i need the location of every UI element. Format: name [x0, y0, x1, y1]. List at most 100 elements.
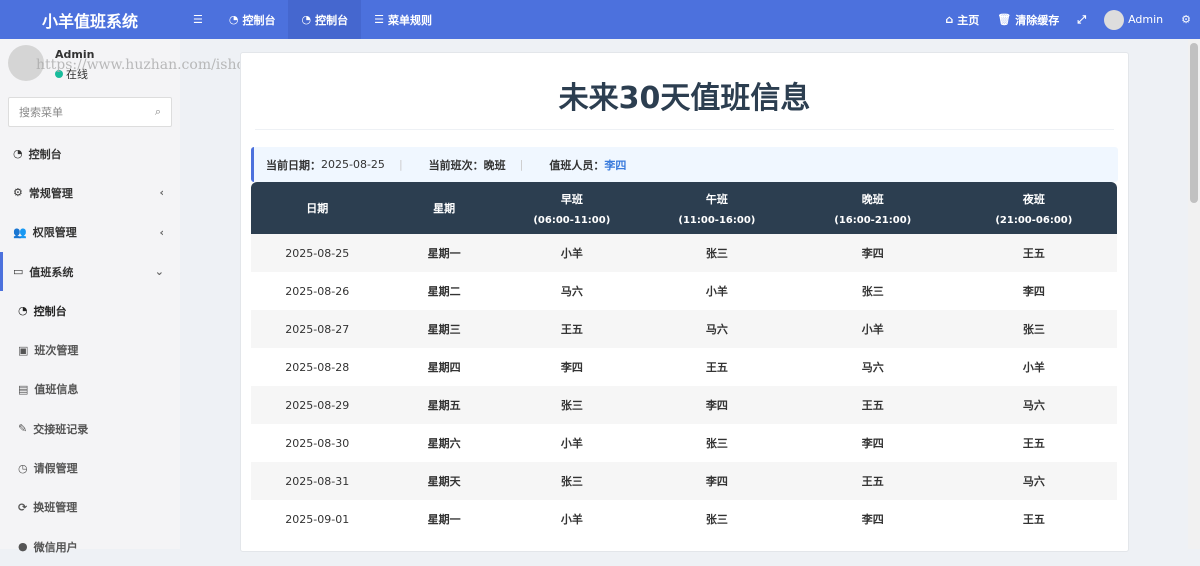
sidebar-item-auth[interactable]: 👥 权限管理 ‹	[0, 213, 180, 252]
search-input[interactable]: 搜索菜单 ⌕	[8, 97, 172, 127]
weekday-cell: 星期二	[427, 285, 461, 298]
top-header: 小羊值班系统 ☰ ◔ 控制台 ◔ 控制台 ☰ 菜单规则 ⌂ 主页 🗑 清除缓存 ⤢ Adm…	[0, 0, 1200, 39]
sidebar-sub-swap[interactable]: ⟳ 换班管理	[0, 488, 180, 527]
cogs-icon: ⚙	[13, 186, 23, 200]
person-cell: 李四	[861, 437, 884, 450]
person-cell: 王五	[861, 399, 884, 412]
date-cell: 2025-08-27	[285, 322, 350, 336]
person-cell: 张三	[861, 285, 884, 298]
column-header: 日期	[251, 182, 383, 234]
person-cell: 小羊	[560, 247, 583, 260]
home-icon: ⌂	[945, 13, 954, 26]
weekday-cell: 星期一	[427, 513, 461, 526]
user-name: Admin	[1128, 13, 1164, 26]
column-header: 午班 (11:00-16:00)	[639, 182, 795, 234]
sidebar-sub-handover[interactable]: ✎ 交接班记录	[0, 409, 180, 448]
page-title: 未来30天值班信息	[558, 81, 811, 116]
person-cell: 张三	[705, 513, 728, 526]
person-cell: 张三	[1022, 323, 1045, 336]
header-title: 午班	[705, 192, 728, 206]
weekday-cell: 星期天	[427, 475, 461, 488]
person-label: 值班人员：	[549, 158, 605, 172]
person-cell: 王五	[1022, 437, 1045, 450]
date-cell: 2025-09-01	[285, 512, 350, 526]
duty-table: 日期 星期 早班 (06:00-11:00) 午班 (11:00-16:00) 晚班 (16:…	[251, 182, 1117, 538]
label: 换班管理	[33, 501, 78, 515]
label: 控制台	[28, 147, 62, 161]
column-header: 夜班 (21:00-06:00)	[951, 182, 1117, 234]
desktop-icon: ▭	[13, 265, 24, 279]
weekday-cell: 星期六	[427, 437, 461, 450]
person-cell: 马六	[560, 285, 583, 298]
header-title: 星期	[433, 202, 456, 215]
person-cell: 王五	[560, 323, 583, 336]
tab-label: 控制台	[315, 13, 349, 27]
weekday-cell: 星期一	[427, 247, 461, 260]
sidebar-item-duty-system[interactable]: ▭ 值班系统 ⌄	[0, 251, 180, 292]
label: 值班信息	[34, 383, 79, 397]
sidebar: Admin 在线 搜索菜单 ⌕ ◔ 控制台 ⚙ 常规管理 ‹ 👥 权限管理 ‹ ▭ 值班系统 ⌄…	[0, 39, 298, 554]
person-cell: 小羊	[560, 513, 583, 526]
label: 班次管理	[34, 344, 79, 358]
list-alt-icon: ▤	[18, 382, 29, 396]
home-link[interactable]: ⌂ 主页	[936, 0, 988, 39]
sidebar-sub-duty-info[interactable]: ▤ 值班信息	[0, 370, 180, 409]
table-row: 2025-08-26 星期二 马六 小羊 张三 李四	[251, 272, 1117, 310]
search-icon: ⌕	[154, 105, 161, 118]
tab-dashboard-active[interactable]: ◔ 控制台	[288, 0, 362, 39]
divider	[255, 129, 1114, 130]
header-time: (21:00-06:00)	[995, 214, 1073, 226]
person-cell: 王五	[861, 475, 884, 488]
weekday-cell: 星期四	[427, 361, 461, 374]
clock-icon: ◷	[18, 461, 28, 475]
app-logo[interactable]: 小羊值班系统	[0, 8, 180, 32]
sidebar-toggle-button[interactable]: ☰	[180, 0, 216, 39]
settings-button[interactable]: ⚙	[1172, 0, 1200, 39]
dashboard-icon: ◔	[18, 304, 28, 318]
header-time: (06:00-11:00)	[533, 214, 611, 226]
header-time: (16:00-21:00)	[834, 214, 912, 226]
table-row: 2025-08-29 星期五 张三 李四 王五 马六	[251, 386, 1117, 424]
cogs-icon: ⚙	[1181, 13, 1191, 26]
refresh-icon: ⟳	[18, 500, 28, 514]
person-cell: 马六	[705, 323, 728, 336]
sidebar-item-dashboard[interactable]: ◔ 控制台	[0, 134, 180, 173]
header-title: 晚班	[861, 192, 884, 206]
person-cell: 张三	[560, 399, 583, 412]
person-cell: 李四	[560, 361, 583, 374]
user-menu[interactable]: Admin	[1095, 0, 1172, 39]
sidebar-sub-wechat-users[interactable]: ● 微信用户	[0, 527, 180, 566]
person-cell: 李四	[705, 475, 728, 488]
chevron-down-icon: ⌄	[154, 265, 164, 279]
person-cell: 李四	[861, 247, 884, 260]
person-cell: 李四	[861, 513, 884, 526]
weekday-cell: 星期五	[427, 399, 461, 412]
clear-cache-button[interactable]: 🗑 清除缓存	[988, 0, 1068, 39]
person-cell: 马六	[1022, 475, 1045, 488]
person-cell: 小羊	[861, 323, 884, 336]
date-cell: 2025-08-28	[285, 360, 350, 374]
edit-icon: ✎	[18, 422, 28, 436]
clear-cache-label: 清除缓存	[1015, 13, 1060, 27]
label: 控制台	[33, 304, 67, 318]
person-cell: 马六	[1022, 399, 1045, 412]
tab-menu-rules[interactable]: ☰ 菜单规则	[361, 0, 445, 39]
person-cell: 王五	[705, 361, 728, 374]
person-cell: 张三	[560, 475, 583, 488]
person-cell: 小羊	[705, 285, 728, 298]
date-cell: 2025-08-31	[285, 474, 350, 488]
scrollbar-thumb[interactable]	[1190, 43, 1198, 203]
header-title: 日期	[306, 202, 329, 215]
scrollbar[interactable]	[1188, 39, 1200, 549]
users-icon: 👥	[13, 225, 27, 239]
table-row: 2025-08-31 星期天 张三 李四 王五 马六	[251, 462, 1117, 500]
sidebar-sub-leave[interactable]: ◷ 请假管理	[0, 448, 180, 487]
sidebar-sub-dashboard[interactable]: ◔ 控制台	[0, 291, 180, 330]
label: 交接班记录	[33, 422, 89, 436]
table-row: 2025-08-30 星期六 小羊 张三 李四 王五	[251, 424, 1117, 462]
sidebar-item-general[interactable]: ⚙ 常规管理 ‹	[0, 173, 180, 212]
sidebar-sub-shifts[interactable]: ▣ 班次管理	[0, 330, 180, 369]
tab-dashboard[interactable]: ◔ 控制台	[216, 0, 289, 39]
fullscreen-button[interactable]: ⤢	[1068, 0, 1095, 39]
date-cell: 2025-08-26	[285, 284, 350, 298]
